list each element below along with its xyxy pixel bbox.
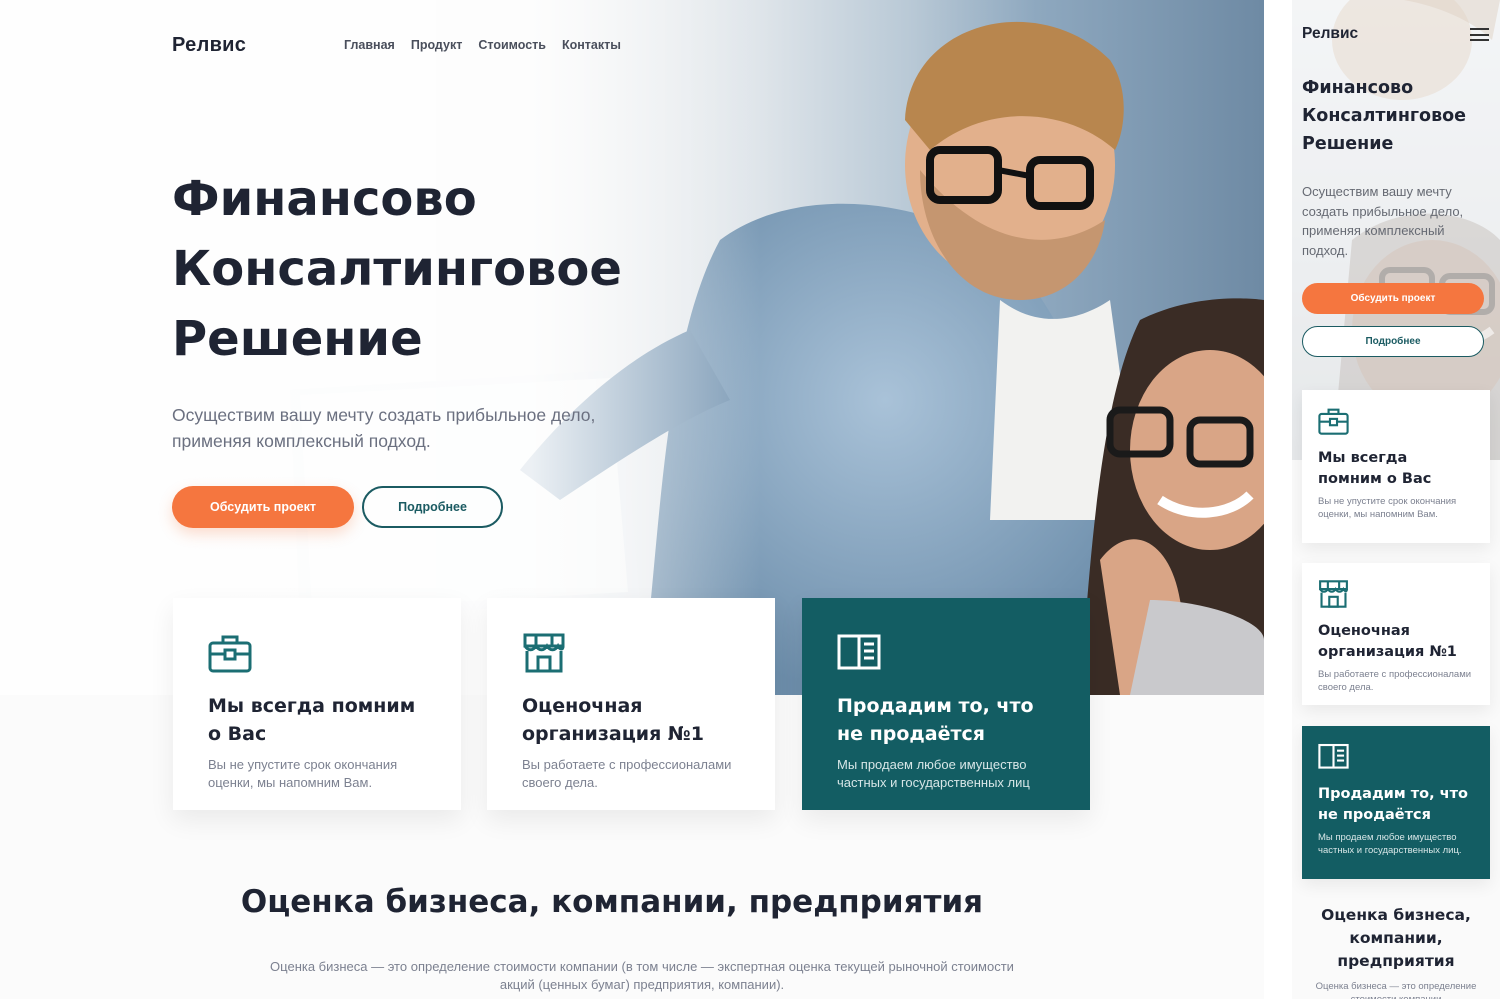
book-icon (1318, 743, 1349, 769)
hero-title: Финансово Консалтинговое Решение (172, 164, 692, 374)
hamburger-menu-icon[interactable] (1470, 28, 1489, 41)
mobile-feature-card-sales[interactable]: Продадим то, что не продаётся Мы продаем… (1302, 726, 1490, 879)
briefcase-icon (208, 635, 252, 673)
section-title: Оценка бизнеса, компании, предприятия (240, 884, 984, 920)
feature-text: Вы работаете с профессионалами своего де… (522, 757, 732, 790)
feature-card-sales[interactable]: Продадим то, что не продаётся Мы продаем… (802, 598, 1090, 810)
feature-title: Оценочная организация №1 (522, 695, 704, 745)
mobile-preview: Релвис Финансово Консалтинговое Решение … (1292, 0, 1500, 999)
nav-item-pricing[interactable]: Стоимость (478, 38, 546, 52)
site-logo[interactable]: Релвис (172, 34, 246, 57)
section-text: Оценка бизнеса — это определение стоимос… (270, 959, 1014, 992)
feature-card-valuation[interactable]: Оценочная организация №1 Вы работаете с … (487, 598, 775, 810)
feature-title: Мы всегда помним о Вас (208, 695, 416, 745)
hero-title-line: Консалтинговое (1302, 106, 1467, 126)
storefront-icon (1319, 580, 1348, 608)
feature-text: Вы работаете с профессионалами своего де… (1318, 669, 1472, 693)
mobile-hero-title: Финансово Консалтинговое Решение (1302, 74, 1498, 158)
nav-item-contacts[interactable]: Контакты (562, 38, 621, 52)
nav-item-product[interactable]: Продукт (411, 38, 463, 52)
feature-title: Продадим то, что не продаётся (1318, 786, 1468, 823)
nav-item-home[interactable]: Главная (344, 38, 395, 52)
briefcase-icon (1318, 408, 1349, 435)
mobile-discuss-project-button[interactable]: Обсудить проект (1302, 283, 1484, 314)
feature-title: Мы всегда помним о Вас (1318, 450, 1432, 487)
mobile-section-title: Оценка бизнеса, компании, предприятия (1321, 906, 1471, 970)
discuss-project-button[interactable]: Обсудить проект (172, 486, 354, 528)
feature-text: Мы продаем любое имущество частных и гос… (1318, 832, 1462, 856)
feature-card-reminder[interactable]: Мы всегда помним о Вас Вы не упустите ср… (173, 598, 461, 810)
more-info-button[interactable]: Подробнее (362, 486, 503, 528)
feature-text: Вы не упустите срок окончания оценки, мы… (208, 757, 398, 790)
hero-subtitle: Осуществим вашу мечту создать прибыльное… (172, 405, 596, 451)
mobile-hero-subtitle: Осуществим вашу мечту создать прибыльное… (1302, 184, 1464, 258)
feature-title: Продадим то, что не продаётся (837, 695, 1034, 745)
mobile-feature-card-reminder[interactable]: Мы всегда помним о Вас Вы не упустите ср… (1302, 390, 1490, 543)
hero-title-line: Финансово (172, 171, 477, 227)
main-nav: Главная Продукт Стоимость Контакты (344, 38, 621, 52)
hero-title-line: Решение (1302, 134, 1394, 154)
mobile-site-logo[interactable]: Релвис (1302, 25, 1358, 43)
mobile-section-text: Оценка бизнеса — это определение стоимос… (1315, 981, 1477, 999)
book-icon (837, 634, 881, 670)
feature-title: Оценочная организация №1 (1318, 623, 1457, 660)
storefront-icon (523, 633, 565, 673)
mobile-feature-card-valuation[interactable]: Оценочная организация №1 Вы работаете с … (1302, 563, 1490, 705)
mobile-more-info-button[interactable]: Подробнее (1302, 326, 1484, 357)
desktop-preview: Релвис Главная Продукт Стоимость Контакт… (0, 0, 1264, 999)
feature-text: Вы не упустите срок окончания оценки, мы… (1318, 496, 1457, 520)
hero-title-line: Решение (172, 311, 423, 367)
hero-title-line: Финансово (1302, 78, 1414, 98)
feature-text: Мы продаем любое имущество частных и гос… (837, 757, 1030, 790)
hero-title-line: Консалтинговое (172, 241, 622, 297)
